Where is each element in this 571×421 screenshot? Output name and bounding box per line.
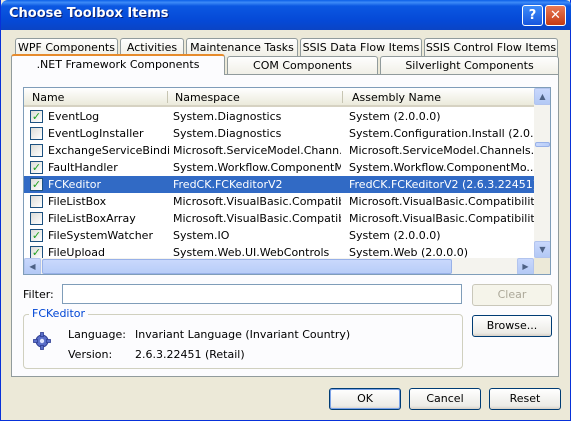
row-name: FileUpload (48, 246, 105, 258)
choose-toolbox-items-dialog: Choose Toolbox Items ? ✕ WPF Components … (0, 0, 571, 421)
column-header-assembly-name[interactable]: Assembly Name (352, 91, 441, 105)
language-label: Language: (68, 328, 126, 341)
scroll-right-icon[interactable]: ▶ (517, 258, 534, 274)
ok-button[interactable]: OK (329, 388, 401, 410)
table-row-selected[interactable]: ✓ FCKeditor FredCK.FCKeditorV2 FredCK.FC… (24, 176, 534, 193)
row-name: FileListBoxArray (48, 212, 136, 225)
table-row[interactable]: ✓ FileSystemWatcher System.IO System (2.… (24, 227, 534, 244)
table-row[interactable]: ✓ FileUpload System.Web.UI.WebControls S… (24, 244, 534, 258)
scroll-down-icon[interactable]: ▼ (534, 241, 550, 258)
scroll-up-icon[interactable]: ▲ (534, 88, 550, 105)
row-assembly: System (2.0.0.0) (349, 229, 441, 242)
row-namespace: FredCK.FCKeditorV2 (173, 178, 283, 191)
window-title: Choose Toolbox Items (9, 6, 169, 21)
table-row[interactable]: ✓ EventLog System.Diagnostics System (2.… (24, 108, 534, 125)
scrollbar-corner (534, 258, 550, 274)
clear-button[interactable]: Clear (472, 284, 552, 306)
language-value: Invariant Language (Invariant Country) (135, 328, 351, 341)
table-row[interactable]: EventLogInstaller System.Diagnostics Sys… (24, 125, 534, 142)
row-assembly: System.Web (2.0.0.0) (349, 246, 469, 258)
cancel-button[interactable]: Cancel (409, 388, 481, 410)
row-name: FCKeditor (48, 178, 102, 191)
row-checkbox[interactable]: ✓ (30, 246, 43, 258)
row-checkbox[interactable]: ✓ (30, 161, 43, 174)
row-namespace: Microsoft.ServiceModel.Chann... (173, 144, 341, 157)
row-namespace: System.Web.UI.WebControls (173, 246, 330, 258)
scroll-left-icon[interactable]: ◀ (24, 258, 41, 274)
row-assembly: Microsoft.ServiceModel.Channels... (349, 144, 534, 157)
row-checkbox[interactable] (30, 195, 43, 208)
row-checkbox[interactable]: ✓ (30, 110, 43, 123)
column-header-namespace[interactable]: Namespace (175, 91, 240, 105)
tab-silverlight-components[interactable]: Silverlight Components (380, 56, 559, 75)
filter-label: Filter: (23, 288, 54, 301)
components-list[interactable]: Name Namespace Assembly Name ✓ EventLog … (23, 87, 551, 275)
row-namespace: System.Diagnostics (173, 127, 282, 140)
table-row[interactable]: ExchangeServiceBinding Microsoft.Service… (24, 142, 534, 159)
row-namespace: System.Diagnostics (173, 110, 282, 123)
row-name: EventLogInstaller (48, 127, 144, 140)
row-name: ExchangeServiceBinding (48, 144, 170, 157)
row-assembly: Microsoft.VisualBasic.Compatibilit... (349, 212, 534, 225)
browse-button[interactable]: Browse... (472, 315, 552, 337)
details-group-title: FCKeditor (29, 307, 89, 320)
row-namespace: Microsoft.VisualBasic.Compatibi... (173, 195, 341, 208)
tab-ssis-data-flow-items[interactable]: SSIS Data Flow Items (300, 38, 422, 57)
title-bar[interactable]: Choose Toolbox Items ? ✕ (1, 0, 571, 30)
row-assembly: FredCK.FCKeditorV2 (2.6.3.22451) (349, 178, 534, 191)
vertical-scroll-thumb[interactable] (535, 142, 550, 147)
row-checkbox[interactable] (30, 144, 43, 157)
row-checkbox[interactable]: ✓ (30, 229, 43, 242)
help-button[interactable]: ? (522, 5, 543, 26)
column-header-name[interactable]: Name (32, 91, 64, 105)
row-checkbox[interactable] (30, 212, 43, 225)
row-name: FileListBox (48, 195, 107, 208)
tab-net-framework-components[interactable]: .NET Framework Components (11, 54, 225, 75)
version-value: 2.6.3.22451 (Retail) (135, 348, 245, 361)
table-row[interactable]: FileListBoxArray Microsoft.VisualBasic.C… (24, 210, 534, 227)
component-gear-icon (33, 332, 51, 350)
reset-button[interactable]: Reset (489, 388, 561, 410)
row-checkbox[interactable] (30, 127, 43, 140)
vertical-scrollbar[interactable]: ▲ ▼ (534, 88, 550, 258)
row-assembly: System.Workflow.ComponentMo... (349, 161, 534, 174)
row-assembly: System (2.0.0.0) (349, 110, 441, 123)
row-namespace: Microsoft.VisualBasic.Compatibi... (173, 212, 341, 225)
row-assembly: System.Configuration.Install (2.0... (349, 127, 534, 140)
row-namespace: System.Workflow.ComponentM... (173, 161, 341, 174)
row-namespace: System.IO (173, 229, 230, 242)
row-assembly: Microsoft.VisualBasic.Compatibilit... (349, 195, 534, 208)
row-checkbox[interactable]: ✓ (30, 178, 43, 191)
table-row[interactable]: FileListBox Microsoft.VisualBasic.Compat… (24, 193, 534, 210)
list-header: Name Namespace Assembly Name (24, 88, 534, 107)
row-name: FileSystemWatcher (48, 229, 153, 242)
version-label: Version: (68, 348, 113, 361)
horizontal-scroll-thumb[interactable] (42, 259, 452, 274)
table-row[interactable]: ✓ FaultHandler System.Workflow.Component… (24, 159, 534, 176)
horizontal-scrollbar[interactable]: ◀ ▶ (24, 258, 534, 274)
tab-com-components[interactable]: COM Components (227, 56, 378, 75)
filter-input[interactable] (62, 284, 462, 304)
close-button[interactable]: ✕ (545, 5, 566, 26)
row-name: FaultHandler (48, 161, 118, 174)
row-name: EventLog (48, 110, 100, 123)
tab-ssis-control-flow-items[interactable]: SSIS Control Flow Items (424, 38, 558, 57)
